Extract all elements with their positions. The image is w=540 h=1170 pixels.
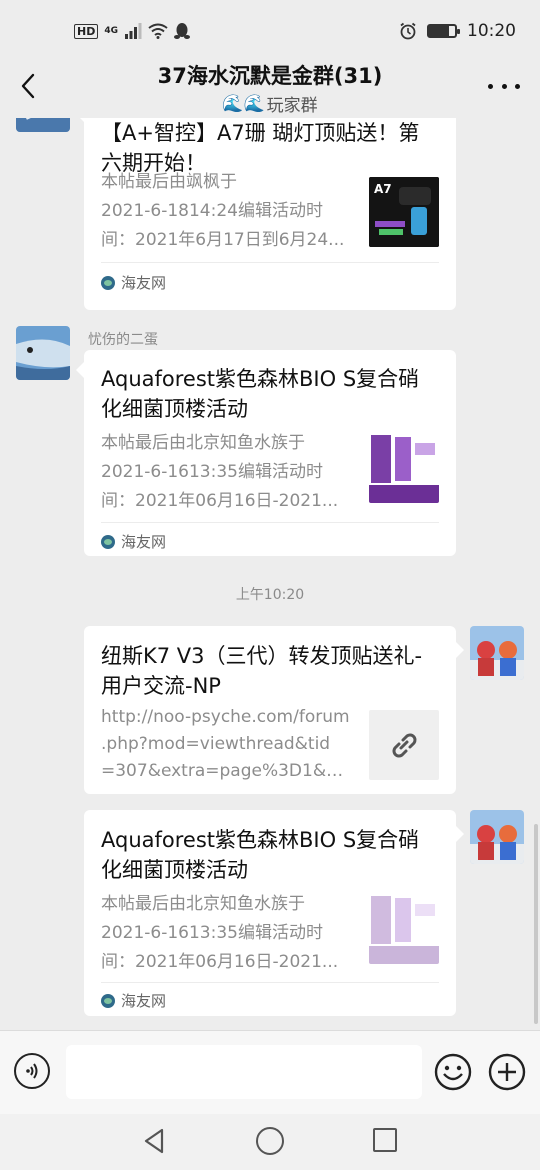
- more-functions-button[interactable]: [488, 1053, 526, 1091]
- article-desc-line: 本帖最后由北京知鱼水族于: [101, 894, 305, 914]
- link-url-line: =307&extra=page%3D1&mo...: [101, 761, 356, 781]
- system-navigation-bar: [0, 1114, 540, 1170]
- shared-article-card[interactable]: Aquaforest紫色森林BIO S复合硝化细菌顶楼活动 本帖最后由北京知鱼水…: [84, 350, 456, 556]
- my-avatar[interactable]: [470, 626, 524, 680]
- wifi-icon: [148, 23, 168, 39]
- article-source: 海友网: [101, 990, 166, 1011]
- battery-level: [429, 26, 449, 36]
- alarm-icon: [400, 22, 416, 40]
- article-desc-line: 本帖最后由北京知鱼水族于: [101, 433, 305, 453]
- shared-article-card[interactable]: 【A+智控】A7珊 瑚灯顶贴送！第六期开始！ 本帖最后由飒枫于 2021-6-1…: [84, 118, 456, 310]
- people-avatar-image: [470, 626, 524, 680]
- source-name: 海友网: [121, 992, 167, 1010]
- chat-message-list[interactable]: 【A+智控】A7珊 瑚灯顶贴送！第六期开始！ 本帖最后由飒枫于 2021-6-1…: [0, 118, 540, 1030]
- sender-avatar[interactable]: [16, 326, 70, 380]
- source-logo-icon: [101, 993, 115, 1008]
- article-desc-line: 间：2021年6月17日到6月24...: [101, 230, 345, 250]
- article-source: 海友网: [101, 272, 166, 293]
- qq-icon: [174, 23, 190, 39]
- card-divider: [101, 262, 439, 263]
- message-input[interactable]: [66, 1045, 422, 1099]
- source-logo-icon: [101, 275, 115, 290]
- fish-avatar-image: [16, 326, 70, 380]
- article-title: Aquaforest紫色森林BIO S复合硝化细菌顶楼活动: [101, 367, 420, 421]
- battery-icon: [427, 24, 460, 38]
- sender-avatar[interactable]: [16, 118, 70, 132]
- wave-emoji: 🌊🌊: [222, 93, 265, 114]
- article-desc-line: 本帖最后由飒枫于: [101, 172, 237, 192]
- article-desc-line: 2021-6-1814:24编辑活动时: [101, 201, 323, 221]
- more-button[interactable]: [488, 72, 520, 100]
- article-desc-line: 间：2021年06月16日-2021...: [101, 491, 339, 511]
- card-divider: [101, 522, 439, 523]
- bubble-tail: [76, 362, 84, 378]
- shared-article-card[interactable]: Aquaforest紫色森林BIO S复合硝化细菌顶楼活动 本帖最后由北京知鱼水…: [84, 810, 456, 1016]
- group-type-label: 玩家群: [266, 96, 318, 116]
- bubble-tail: [76, 118, 84, 122]
- chat-subtitle: 🌊🌊 玩家群: [0, 91, 540, 117]
- status-bar: HD 4G 10:20: [0, 0, 540, 62]
- more-icon: [488, 83, 493, 89]
- article-desc-line: 2021-6-1613:35编辑活动时: [101, 462, 323, 482]
- my-avatar[interactable]: [470, 810, 524, 864]
- signal-icon: [125, 23, 142, 39]
- link-url-line: http://noo-psyche.com/forum: [101, 707, 350, 727]
- chat-input-bar: [0, 1030, 540, 1114]
- article-thumbnail: A7: [369, 177, 439, 247]
- voice-icon: [26, 1063, 38, 1079]
- source-logo-icon: [101, 534, 115, 549]
- article-title: Aquaforest紫色森林BIO S复合硝化细菌顶楼活动: [101, 828, 420, 882]
- article-thumbnail: [369, 433, 439, 503]
- clock: 10:20: [467, 21, 516, 41]
- emoji-icon: [434, 1053, 472, 1091]
- link-url-line: .php?mod=viewthread&tid: [101, 734, 331, 754]
- shared-link-card[interactable]: 纽斯K7 V3（三代）转发顶贴送礼- 用户交流-NP http://noo-ps…: [84, 626, 456, 794]
- network-indicator: 4G: [104, 26, 118, 36]
- hd-indicator: HD: [74, 23, 99, 39]
- triangle-back-icon: [144, 1128, 164, 1154]
- source-name: 海友网: [121, 274, 167, 292]
- message-timestamp: 上午10:20: [235, 587, 305, 603]
- thumbnail-label: A7: [374, 182, 392, 196]
- sender-name: 忧伤的二蛋: [88, 332, 158, 348]
- scrollbar[interactable]: [534, 824, 538, 1024]
- bubble-tail: [456, 826, 464, 842]
- plus-icon: [488, 1053, 526, 1091]
- link-thumbnail: [369, 710, 439, 780]
- card-divider: [101, 982, 439, 983]
- source-name: 海友网: [121, 533, 167, 551]
- status-right: 10:20: [399, 21, 516, 41]
- bubble-tail: [456, 642, 464, 658]
- system-back-button[interactable]: [140, 1126, 170, 1156]
- people-avatar-image: [470, 810, 524, 864]
- article-source: 海友网: [101, 531, 166, 552]
- voice-input-button[interactable]: [14, 1053, 50, 1089]
- system-recents-button[interactable]: [373, 1128, 397, 1152]
- link-title: 纽斯K7 V3（三代）转发顶贴送礼- 用户交流-NP: [101, 644, 423, 698]
- link-icon: [392, 733, 417, 758]
- article-desc-line: 间：2021年06月16日-2021...: [101, 952, 339, 972]
- article-desc-line: 2021-6-1613:35编辑活动时: [101, 923, 323, 943]
- emoji-button[interactable]: [434, 1053, 472, 1091]
- chat-title: 37海水沉默是金群(31): [157, 64, 383, 88]
- fish-avatar-image: [16, 118, 70, 132]
- status-indicators: HD 4G: [74, 22, 190, 40]
- system-home-button[interactable]: [256, 1127, 284, 1155]
- article-thumbnail: [369, 894, 439, 964]
- chat-header: 37海水沉默是金群(31) 🌊🌊 玩家群: [0, 58, 540, 118]
